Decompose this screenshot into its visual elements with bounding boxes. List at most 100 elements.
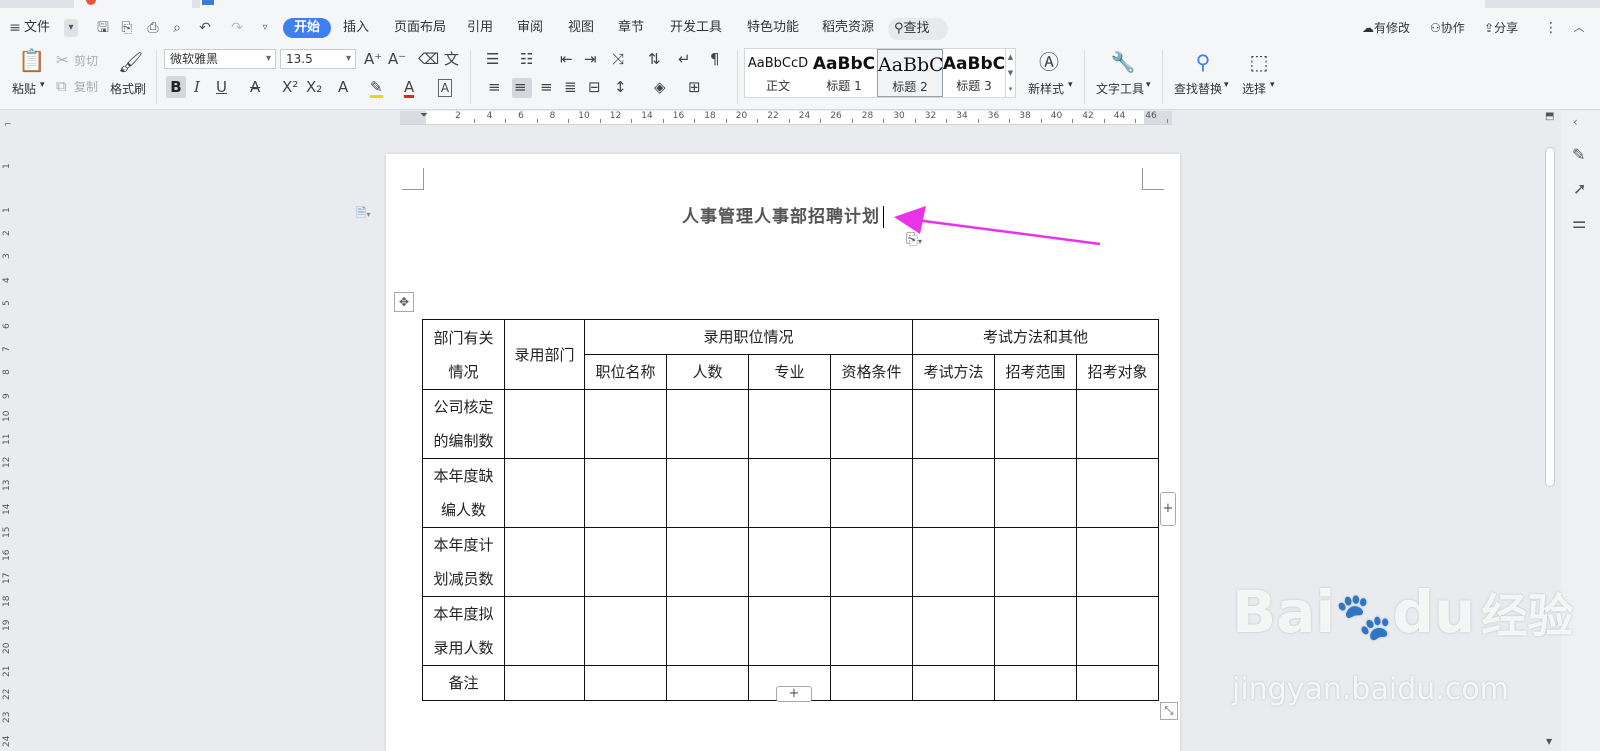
scroll-up-icon[interactable]: ⬒ (1545, 111, 1554, 122)
header-hiring-dept[interactable]: 录用部门 (504, 319, 585, 390)
clear-format-icon[interactable]: ⌫ (418, 51, 439, 67)
chevron-down-icon[interactable]: ▾ (1068, 80, 1073, 90)
tab-chapter[interactable]: 章节 (618, 18, 644, 38)
share-button[interactable]: ⇪分享 (1484, 18, 1518, 38)
style-normal[interactable]: AaBbCcD 正文 (745, 49, 811, 97)
tab-view[interactable]: 视图 (568, 18, 594, 38)
char-border-icon[interactable]: A (438, 79, 452, 97)
empty-cell[interactable] (830, 596, 913, 666)
scrollbar-thumb[interactable] (1545, 147, 1555, 487)
increase-indent-icon[interactable]: ⇥ (584, 51, 597, 67)
header-exam-info[interactable]: 考试方法和其他 (912, 319, 1159, 355)
subheader-cell[interactable]: 职位名称 (584, 354, 667, 390)
pen-icon[interactable]: ✎ (1572, 145, 1585, 164)
sliders-icon[interactable]: ⚌ (1572, 213, 1586, 232)
empty-cell[interactable] (1076, 527, 1159, 597)
add-row-button[interactable]: + (776, 686, 812, 702)
subheader-cell[interactable]: 考试方法 (912, 354, 995, 390)
row-label-cell[interactable]: 本年度拟录用人数 (422, 596, 505, 666)
empty-cell[interactable] (584, 665, 667, 701)
header-dept-info[interactable]: 部门有关情况 (422, 319, 505, 390)
decrease-indent-icon[interactable]: ⇤ (560, 51, 573, 67)
header-position-info[interactable]: 录用职位情况 (584, 319, 913, 355)
search-button[interactable]: ⚲查找 (888, 18, 948, 40)
phonetic-guide-icon[interactable]: 文 (444, 51, 459, 67)
empty-cell[interactable] (504, 389, 585, 459)
sort-icon[interactable]: ⇅ (648, 51, 661, 67)
shrink-font-icon[interactable]: A⁻ (388, 51, 406, 67)
empty-cell[interactable] (748, 458, 831, 528)
font-name-select[interactable]: 微软雅黑 (164, 49, 276, 69)
horizontal-ruler[interactable]: ⏷ 2 4 6 8 10 12 14 16 18 20 22 24 26 28 30 32 34 36 38 40 42… (400, 110, 1172, 125)
italic-icon[interactable]: I (194, 79, 200, 95)
line-spacing-icon[interactable]: ↕ (614, 79, 627, 95)
empty-cell[interactable] (748, 596, 831, 666)
chevron-down-icon[interactable]: ▾ (64, 19, 78, 37)
tab-previous-doc[interactable] (74, 0, 192, 8)
style-gallery-scroll[interactable]: ▲ ▼ ▾ (1005, 49, 1015, 97)
chevron-down-icon[interactable]: ▾ (1270, 80, 1275, 90)
tab-references[interactable]: 引用 (467, 18, 493, 38)
copy-button[interactable]: 复制 (74, 78, 98, 95)
empty-cell[interactable] (666, 527, 749, 597)
tab-special-features[interactable]: 特色功能 (747, 18, 799, 38)
magnifier-icon[interactable]: ⚲ (1190, 50, 1216, 74)
format-painter-button[interactable]: 格式刷 (110, 80, 146, 97)
empty-cell[interactable] (666, 389, 749, 459)
recruitment-table[interactable]: 部门有关情况 录用部门 录用职位情况 考试方法和其他 职位名称 人数 专业 资格条件考… (422, 319, 1159, 701)
shading-icon[interactable]: ◈ (654, 79, 666, 95)
empty-cell[interactable] (994, 458, 1077, 528)
cut-button[interactable]: 剪切 (74, 52, 98, 69)
empty-cell[interactable] (504, 665, 585, 701)
row-label-cell[interactable]: 备注 (422, 665, 505, 701)
empty-cell[interactable] (666, 596, 749, 666)
style-heading-3[interactable]: AaBbC 标题 3 (941, 49, 1007, 97)
underline-icon[interactable]: U (216, 79, 227, 95)
export-icon[interactable]: ⎘ (118, 19, 136, 37)
paragraph-marker-icon[interactable]: 🗎▾ (356, 204, 370, 226)
empty-cell[interactable] (584, 527, 667, 597)
tab-page-layout[interactable]: 页面布局 (394, 18, 446, 38)
empty-cell[interactable] (1076, 458, 1159, 528)
empty-cell[interactable] (584, 596, 667, 666)
table-resize-handle-icon[interactable]: ⤡ (1160, 702, 1178, 720)
menu-file[interactable]: 文件 (24, 18, 50, 38)
save-icon[interactable]: 🖫 (94, 19, 112, 37)
subheader-cell[interactable]: 招考对象 (1076, 354, 1159, 390)
empty-cell[interactable] (912, 596, 995, 666)
empty-cell[interactable] (994, 527, 1077, 597)
empty-cell[interactable] (1076, 389, 1159, 459)
empty-cell[interactable] (1076, 596, 1159, 666)
empty-cell[interactable] (1076, 665, 1159, 701)
empty-cell[interactable] (912, 665, 995, 701)
bullet-list-icon[interactable]: ☰ (486, 51, 499, 67)
wrench-icon[interactable]: 🔧 (1110, 50, 1136, 74)
quick-access-more-icon[interactable]: ▿ (256, 19, 274, 37)
show-marks-icon[interactable]: ¶ (710, 51, 720, 67)
tab-home[interactable]: 开始 (283, 18, 332, 38)
pointer-icon[interactable]: ➚ (1573, 179, 1586, 198)
bold-button[interactable]: B (166, 76, 186, 98)
empty-cell[interactable] (666, 665, 749, 701)
empty-cell[interactable] (912, 458, 995, 528)
subheader-cell[interactable]: 招考范围 (994, 354, 1077, 390)
grow-font-icon[interactable]: A⁺ (364, 51, 382, 67)
tab-insert[interactable]: 插入 (343, 18, 369, 38)
empty-cell[interactable] (830, 458, 913, 528)
style-heading-2[interactable]: AaBbC 标题 2 (877, 49, 943, 97)
text-tools-button[interactable]: 文字工具 (1096, 80, 1144, 97)
row-label-cell[interactable]: 本年度计划减员数 (422, 527, 505, 597)
font-size-select[interactable]: 13.5 (280, 49, 356, 69)
style-heading-1[interactable]: AaBbC 标题 1 (811, 49, 877, 97)
strikethrough-icon[interactable]: A (250, 79, 260, 95)
empty-cell[interactable] (504, 458, 585, 528)
add-column-button[interactable]: + (1160, 492, 1176, 526)
paste-dropdown-icon[interactable]: ▾ (40, 80, 45, 90)
subheader-cell[interactable]: 专业 (748, 354, 831, 390)
format-painter-icon[interactable]: 🖌 (118, 50, 143, 74)
empty-cell[interactable] (584, 389, 667, 459)
empty-cell[interactable] (994, 389, 1077, 459)
undo-icon[interactable]: ↶ (196, 19, 214, 37)
collab-button[interactable]: ⚇协作 (1430, 18, 1465, 38)
font-color-icon[interactable]: A (404, 79, 415, 98)
